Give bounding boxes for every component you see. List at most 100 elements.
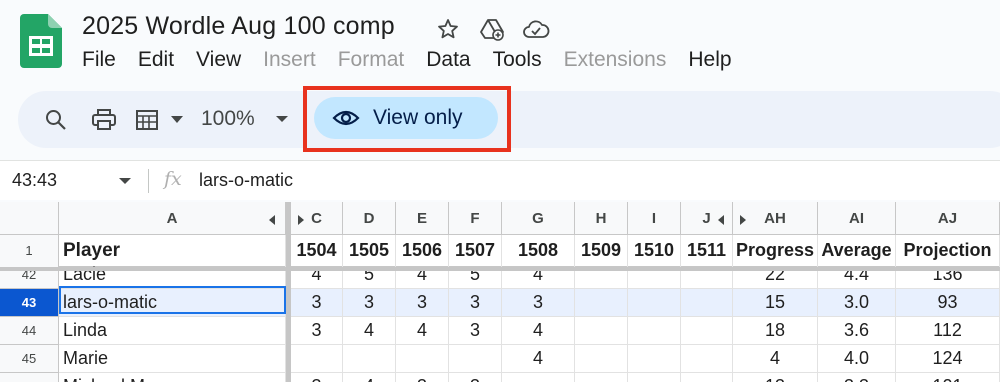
- table-cell[interactable]: [575, 345, 628, 373]
- row-header-46[interactable]: 46: [0, 373, 59, 382]
- table-cell[interactable]: [575, 373, 628, 382]
- table-cell[interactable]: 4: [396, 317, 449, 345]
- table-cell[interactable]: [575, 261, 628, 289]
- table-cell[interactable]: 4: [502, 261, 575, 289]
- table-cell[interactable]: 101: [896, 373, 1000, 382]
- zoom-dropdown-icon[interactable]: [276, 116, 288, 122]
- table-cell[interactable]: 4.4: [818, 261, 896, 289]
- column-header-d[interactable]: D: [343, 202, 396, 235]
- zoom-select[interactable]: 100%: [201, 107, 255, 131]
- table-cell[interactable]: [628, 373, 681, 382]
- document-title[interactable]: 2025 Wordle Aug 100 comp: [82, 12, 395, 41]
- collapse-hidden-columns-left-icon[interactable]: [718, 215, 724, 225]
- table-cell[interactable]: 3: [291, 373, 343, 382]
- table-cell[interactable]: 22: [733, 261, 818, 289]
- table-cell[interactable]: [449, 345, 502, 373]
- table-cell[interactable]: [681, 261, 733, 289]
- table-cell[interactable]: 3: [291, 317, 343, 345]
- table-cell[interactable]: 4: [502, 317, 575, 345]
- table-cell[interactable]: 3.6: [818, 317, 896, 345]
- table-cell[interactable]: 3.0: [818, 289, 896, 317]
- table-cell[interactable]: [681, 317, 733, 345]
- collapse-columns-left-icon[interactable]: [269, 215, 275, 225]
- table-cell[interactable]: 3.3: [818, 373, 896, 382]
- chevron-down-icon[interactable]: [164, 107, 190, 133]
- expand-hidden-columns-icon[interactable]: [298, 215, 304, 225]
- table-cell[interactable]: [575, 317, 628, 345]
- table-cell[interactable]: 5: [343, 261, 396, 289]
- star-icon[interactable]: [433, 14, 463, 44]
- row-header-43[interactable]: 43: [0, 289, 59, 317]
- column-header-f[interactable]: F: [449, 202, 502, 235]
- row-header-45[interactable]: 45: [0, 345, 59, 373]
- expand-hidden-columns-right-icon[interactable]: [740, 215, 746, 225]
- table-cell[interactable]: 136: [896, 261, 1000, 289]
- menu-data[interactable]: Data: [426, 48, 470, 72]
- table-cell[interactable]: 3: [396, 289, 449, 317]
- table-cell[interactable]: [291, 345, 343, 373]
- row-header-42[interactable]: 42: [0, 261, 59, 289]
- table-cell[interactable]: 3: [449, 373, 502, 382]
- table-cell[interactable]: 3: [449, 317, 502, 345]
- column-header-g[interactable]: G: [502, 202, 575, 235]
- menu-help[interactable]: Help: [688, 48, 731, 72]
- table-cell[interactable]: 3: [502, 289, 575, 317]
- table-cell[interactable]: [502, 373, 575, 382]
- table-cell[interactable]: 5: [449, 261, 502, 289]
- column-header-aj[interactable]: AJ: [896, 202, 1000, 235]
- frozen-column-divider[interactable]: [286, 202, 291, 382]
- table-cell[interactable]: 4: [396, 261, 449, 289]
- table-cell[interactable]: [628, 261, 681, 289]
- table-cell[interactable]: 3: [449, 289, 502, 317]
- table-cell[interactable]: [343, 345, 396, 373]
- table-cell[interactable]: 4: [343, 317, 396, 345]
- table-cell[interactable]: 3: [291, 289, 343, 317]
- sheet-format-icon[interactable]: [135, 107, 161, 133]
- menu-view[interactable]: View: [196, 48, 241, 72]
- player-name-cell[interactable]: Michael M: [59, 373, 286, 382]
- column-header-e[interactable]: E: [396, 202, 449, 235]
- table-cell[interactable]: 4: [733, 345, 818, 373]
- name-box[interactable]: 43:43: [12, 170, 57, 191]
- move-to-drive-icon[interactable]: [477, 14, 507, 44]
- table-cell[interactable]: [628, 289, 681, 317]
- table-cell[interactable]: 4: [291, 261, 343, 289]
- row-header-44[interactable]: 44: [0, 317, 59, 345]
- table-cell[interactable]: 4: [502, 345, 575, 373]
- table-cell[interactable]: 124: [896, 345, 1000, 373]
- print-icon[interactable]: [91, 107, 117, 133]
- table-cell[interactable]: 4.0: [818, 345, 896, 373]
- cloud-saved-icon[interactable]: [521, 14, 551, 44]
- table-cell[interactable]: 18: [733, 317, 818, 345]
- table-cell[interactable]: 112: [896, 317, 1000, 345]
- table-cell[interactable]: 13: [733, 373, 818, 382]
- table-cell[interactable]: [681, 289, 733, 317]
- sheets-logo[interactable]: [20, 14, 62, 68]
- column-header-a[interactable]: A: [59, 202, 286, 235]
- menu-file[interactable]: File: [82, 48, 116, 72]
- table-cell[interactable]: 4: [343, 373, 396, 382]
- menu-tools[interactable]: Tools: [493, 48, 542, 72]
- select-all-corner[interactable]: [0, 202, 59, 235]
- spreadsheet-grid[interactable]: A C D E F G H I J AH AI AJ 1 Player 1504 1505 1506 1507 15…: [0, 202, 1000, 382]
- player-name-cell[interactable]: Lacie: [59, 261, 286, 289]
- column-header-ai[interactable]: AI: [818, 202, 896, 235]
- table-cell[interactable]: [681, 373, 733, 382]
- table-cell[interactable]: [628, 345, 681, 373]
- table-cell[interactable]: 93: [896, 289, 1000, 317]
- search-icon[interactable]: [43, 107, 69, 133]
- table-cell[interactable]: [396, 345, 449, 373]
- frozen-row-divider[interactable]: [0, 267, 1000, 271]
- table-cell[interactable]: [628, 317, 681, 345]
- name-box-dropdown-icon[interactable]: [119, 178, 131, 184]
- formula-input[interactable]: lars-o-matic: [199, 170, 293, 191]
- column-header-i[interactable]: I: [628, 202, 681, 235]
- table-cell[interactable]: [575, 289, 628, 317]
- table-cell[interactable]: [681, 345, 733, 373]
- player-name-cell[interactable]: Linda: [59, 317, 286, 345]
- table-cell[interactable]: 15: [733, 289, 818, 317]
- player-name-cell[interactable]: Marie: [59, 345, 286, 373]
- table-cell[interactable]: 3: [396, 373, 449, 382]
- column-header-h[interactable]: H: [575, 202, 628, 235]
- menu-edit[interactable]: Edit: [138, 48, 174, 72]
